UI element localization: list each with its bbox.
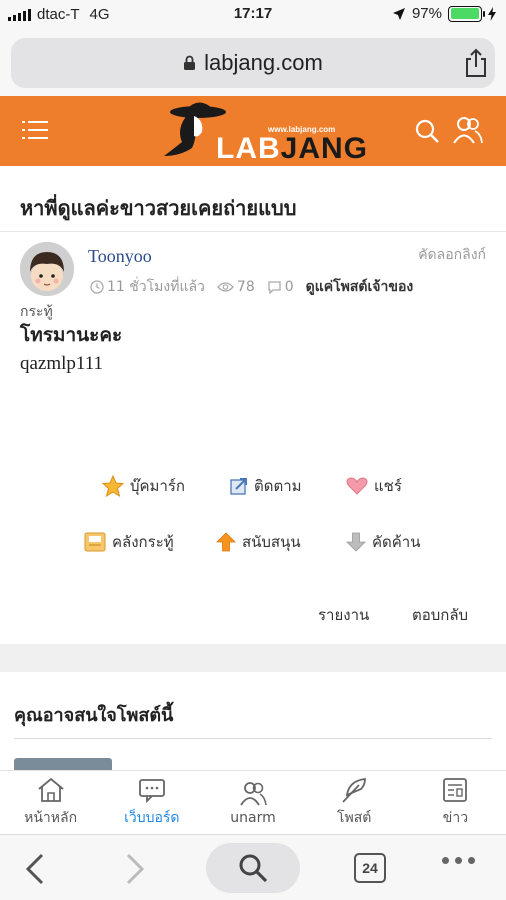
- heart-icon: [346, 477, 368, 495]
- follow-button[interactable]: ติดตาม: [230, 474, 302, 498]
- time-ago: 11 ชั่วโมงที่แล้ว: [107, 279, 205, 295]
- nav-board-label: เว็บบอร์ด: [124, 809, 180, 826]
- feather-icon: [342, 777, 367, 803]
- reply-button[interactable]: ตอบกลับ: [412, 603, 468, 627]
- battery-icon: [448, 5, 485, 22]
- bookmark-label: บุ๊คมาร์ก: [130, 477, 186, 495]
- related-post-thumbnail[interactable]: [14, 758, 112, 770]
- nav-news-label: ข่าว: [442, 809, 469, 826]
- forward-icon[interactable]: [124, 853, 146, 885]
- views-meta: 78: [217, 279, 255, 295]
- post-meta: 11 ชั่วโมงที่แล้ว 78 0 ดูแค่โพสต์เจ้าของ: [90, 276, 413, 298]
- related-divider: [14, 738, 492, 739]
- section-divider: [0, 644, 506, 672]
- clock-icon: [90, 280, 104, 294]
- report-button[interactable]: รายงาน: [318, 603, 369, 627]
- archive-icon: [84, 532, 106, 552]
- post-title: หาพี่ดูแลค่ะขาวสวยเคยถ่ายแบบ: [20, 196, 297, 220]
- comment-count: 0: [284, 279, 294, 295]
- author-name[interactable]: Toonyoo: [88, 246, 152, 267]
- comments-meta: 0: [267, 279, 294, 295]
- nav-news[interactable]: ข่าว: [405, 771, 506, 834]
- related-posts-heading: คุณอาจสนใจโพสต์นี้: [14, 705, 174, 726]
- location-arrow-icon: [392, 7, 405, 20]
- share-button[interactable]: แชร์: [346, 474, 402, 498]
- share-label: แชร์: [374, 477, 402, 495]
- search-icon[interactable]: [414, 118, 440, 144]
- share-icon[interactable]: [464, 48, 488, 78]
- post-body-text: qazmlp111: [20, 353, 104, 374]
- oppose-button[interactable]: คัดค้าน: [346, 530, 421, 554]
- browser-toolbar: 24: [0, 834, 506, 900]
- menu-icon[interactable]: [22, 120, 48, 140]
- url-text: labjang.com: [204, 50, 323, 75]
- battery-percent: 97%: [411, 5, 442, 22]
- avatar[interactable]: [20, 242, 74, 296]
- archive-label: คลังกระทู้: [112, 533, 174, 551]
- comment-icon: [268, 281, 281, 294]
- lock-icon: [184, 55, 196, 70]
- logo-wordmark: LABJANG: [216, 132, 369, 165]
- more-icon[interactable]: [442, 857, 475, 864]
- follow-icon: [230, 478, 247, 495]
- nav-unarm[interactable]: unarm: [202, 771, 303, 834]
- bookmark-button[interactable]: บุ๊คมาร์ก: [102, 474, 185, 498]
- avatar-face-icon: [20, 242, 74, 296]
- arrow-down-icon: [346, 532, 366, 552]
- back-icon[interactable]: [24, 853, 46, 885]
- nav-home[interactable]: หน้าหลัก: [0, 771, 101, 834]
- chat-board-icon: [138, 778, 165, 803]
- support-button[interactable]: สนับสนุน: [216, 530, 301, 554]
- charging-bolt-icon: [488, 6, 496, 21]
- home-icon: [38, 777, 64, 802]
- browser-search-button[interactable]: [206, 843, 300, 893]
- users-icon: [240, 781, 267, 806]
- site-logo[interactable]: www.labjang.com LABJANG: [158, 98, 367, 165]
- copy-link-button[interactable]: คัดลอกลิงก์: [418, 244, 486, 266]
- nav-unarm-label: unarm: [230, 809, 276, 826]
- status-bar: dtac-T 4G 17:17 97%: [0, 0, 506, 30]
- arrow-up-icon: [216, 532, 236, 552]
- newspaper-icon: [443, 777, 468, 802]
- nav-post[interactable]: โพสต์: [304, 771, 405, 834]
- archive-button[interactable]: คลังกระทู้: [84, 530, 174, 554]
- search-icon: [239, 854, 268, 883]
- post-body-heading: โทรมานะคะ: [20, 324, 123, 346]
- site-bottom-nav: หน้าหลัก เว็บบอร์ด unarm โพสต์ ข่าว: [0, 770, 506, 834]
- time-meta: 11 ชั่วโมงที่แล้ว: [90, 276, 205, 298]
- nav-board[interactable]: เว็บบอร์ด: [101, 771, 202, 834]
- nav-post-label: โพสต์: [337, 809, 372, 826]
- nav-home-label: หน้าหลัก: [24, 809, 78, 826]
- post-title-bar: หาพี่ดูแลค่ะขาวสวยเคยถ่ายแบบ: [0, 178, 506, 232]
- user-icon[interactable]: [453, 116, 483, 144]
- tabs-button[interactable]: 24: [354, 853, 386, 883]
- owner-posts-link[interactable]: ดูแค่โพสต์เจ้าของ: [306, 276, 414, 298]
- url-bar[interactable]: labjang.com: [11, 38, 495, 88]
- follow-label: ติดตาม: [254, 477, 302, 495]
- support-label: สนับสนุน: [242, 533, 301, 551]
- oppose-label: คัดค้าน: [372, 533, 421, 551]
- view-count: 78: [236, 279, 255, 295]
- star-icon: [102, 475, 124, 497]
- eye-icon: [217, 282, 234, 292]
- browser-address-area: labjang.com: [0, 30, 506, 96]
